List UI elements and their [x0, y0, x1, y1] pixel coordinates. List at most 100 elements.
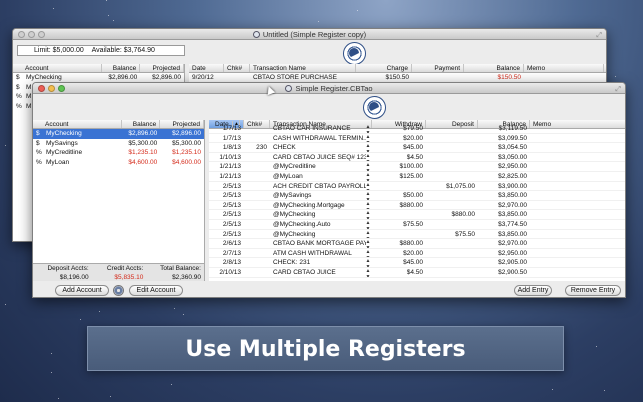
entry-date: 2/5/13 [222, 230, 241, 238]
zoom-icon[interactable] [38, 31, 45, 38]
back-accounts-header: Account Balance Projected [13, 64, 184, 73]
entry-date: 1/7/13 [222, 134, 241, 142]
entry-withdraw: $45.00 [403, 144, 423, 152]
front-window-controls [38, 85, 65, 92]
header-account[interactable]: Account [13, 64, 103, 72]
back-window-titlebar[interactable]: Untitled (Simple Register copy) ⤢ [13, 29, 606, 40]
entry-balance: $2,905.00 [498, 259, 527, 267]
entry-deposit [426, 220, 478, 229]
register-row[interactable]: 2/5/13@MyChecking.Mortgage▲▼$880.00$2,97… [209, 201, 625, 211]
entry-balance: $3,050.00 [498, 153, 527, 161]
entry-memo [530, 268, 625, 277]
register-row[interactable]: 1/10/13CARD CBTAO JUICE SEQ# 12345▲▼$4.5… [209, 153, 625, 163]
register-row[interactable]: 2/7/13ATM CASH WITHDRAWAL▲▼$20.00$2,950.… [209, 249, 625, 259]
add-account-button[interactable]: Add Account [55, 285, 109, 296]
register-row[interactable]: 1/21/13@MyCreditline▲▼$100.00$2,950.00 [209, 162, 625, 172]
entry-balance: $3,119.50 [498, 125, 527, 132]
entry-chk [244, 201, 270, 210]
register-row[interactable]: 1/7/13CASH WITHDRAWAL TERMIN...▲▼$20.00$… [209, 134, 625, 144]
entry-deposit [426, 249, 478, 258]
register-row[interactable]: 2/6/13CBTAO BANK MORTGAGE PAY...▲▼$880.0… [209, 239, 625, 249]
header-account[interactable]: Account [33, 120, 123, 128]
entry-date: 2/7/13 [222, 249, 241, 257]
header-chk[interactable]: Chk# [224, 64, 250, 72]
gear-icon[interactable] [113, 285, 124, 296]
star [551, 389, 553, 391]
register-row[interactable]: 2/5/13@MyChecking▲▼$880.00$3,850.00 [209, 210, 625, 220]
entry-chk [244, 124, 270, 133]
entry-withdraw: $880.00 [399, 201, 424, 209]
entry-name: @MyCreditline [273, 163, 316, 171]
account-name: MyCreditline [45, 149, 83, 157]
entry-chk [244, 230, 270, 239]
entry-deposit [426, 124, 478, 133]
header-projected[interactable]: Projected [160, 120, 204, 128]
close-icon[interactable] [18, 31, 25, 38]
header-charge[interactable]: Charge [356, 64, 412, 72]
entry-chk [244, 268, 270, 277]
entry-name: CHECK: 231 [273, 259, 311, 267]
entry-date: 2/8/13 [222, 259, 241, 267]
register-row[interactable]: 2/5/13@MySavings▲▼$50.00$3,850.00 [209, 191, 625, 201]
entry-date: 2/10/13 [219, 268, 241, 276]
entry-memo [530, 172, 625, 181]
fullscreen-icon[interactable]: ⤢ [596, 30, 602, 41]
account-row[interactable]: % MyCreditline $1,235.10 $1,235.10 [33, 148, 204, 158]
entry-withdraw: $45.00 [403, 259, 423, 267]
register-row[interactable]: 1/21/13@MyLoan▲▼$125.00$2,825.00 [209, 172, 625, 182]
entry-memo [530, 249, 625, 258]
document-icon [285, 85, 293, 92]
minimize-icon[interactable] [48, 85, 55, 92]
account-row[interactable]: $ MySavings $5,300.00 $5,300.00 [33, 139, 204, 149]
account-type: % [36, 158, 42, 166]
header-balance[interactable]: Balance [102, 64, 141, 72]
entry-deposit [426, 268, 478, 277]
available-text: Available: $3,764.90 [91, 47, 155, 54]
header-payment[interactable]: Payment [412, 64, 464, 72]
entry-deposit [426, 191, 478, 200]
account-type: $ [16, 83, 20, 91]
entry-name: @MySavings [273, 192, 312, 200]
header-date[interactable]: Date [189, 64, 224, 72]
account-row[interactable]: $ MyChecking $2,896.00 $2,896.00 [33, 129, 204, 139]
fullscreen-icon[interactable]: ⤢ [615, 84, 621, 95]
front-window-titlebar[interactable]: Simple Register.CBTao ⤢ [33, 83, 625, 94]
header-transaction-name[interactable]: Transaction Name [250, 64, 356, 72]
entry-deposit [426, 258, 478, 267]
register-row[interactable]: 1/8/13230CHECK▲▼$45.00$3,054.50 [209, 143, 625, 153]
header-memo[interactable]: Memo [524, 64, 604, 72]
entry-withdraw: $75.50 [403, 220, 423, 228]
front-accounts-header: Account Balance Projected [33, 120, 204, 129]
register-row[interactable]: 2/5/13ACH CREDIT CBTAO PAYROLL▲▼$1,075.0… [209, 182, 625, 192]
front-accounts-table: Account Balance Projected $ MyChecking $2,… [33, 120, 205, 263]
account-type: % [16, 93, 22, 101]
entry-balance: $2,900.50 [498, 268, 527, 276]
entry-deposit [426, 143, 478, 152]
header-balance[interactable]: Balance [464, 64, 524, 72]
entry-chk [244, 182, 270, 191]
entry-memo [530, 201, 625, 210]
register-row[interactable]: 1/7/13CBTAO CAR INSURANCE▲▼$79.50$3,119.… [209, 124, 625, 134]
entry-memo [530, 191, 625, 200]
register-row[interactable]: 2/5/13@MyChecking.Auto▲▼$75.50$3,774.50 [209, 220, 625, 230]
close-icon[interactable] [38, 85, 45, 92]
entry-deposit [426, 239, 478, 248]
register-row[interactable]: 2/5/13@MyChecking▲▼$75.50$3,850.00 [209, 230, 625, 240]
zoom-icon[interactable] [58, 85, 65, 92]
add-entry-button[interactable]: Add Entry [514, 285, 552, 296]
minimize-icon[interactable] [28, 31, 35, 38]
account-projected: $1,235.10 [172, 149, 201, 157]
remove-entry-button[interactable]: Remove Entry [565, 285, 621, 296]
entry-name: @MyChecking [273, 230, 316, 238]
edit-account-button[interactable]: Edit Account [129, 285, 183, 296]
header-balance[interactable]: Balance [122, 120, 161, 128]
entry-name: CBTAO BANK MORTGAGE PAY... [273, 240, 366, 248]
entry-chk [244, 249, 270, 258]
star [113, 20, 115, 22]
entry-balance: $3,774.50 [498, 220, 527, 228]
entry-name: CASH WITHDRAWAL TERMIN... [273, 134, 366, 142]
account-row[interactable]: % MyLoan $4,600.00 $4,600.00 [33, 158, 204, 168]
register-row[interactable]: 2/8/13CHECK: 231▲▼$45.00$2,905.00 [209, 258, 625, 268]
header-projected[interactable]: Projected [140, 64, 184, 72]
register-row[interactable]: 2/10/13CARD CBTAO JUICE▲▼$4.50$2,900.50 [209, 268, 625, 278]
